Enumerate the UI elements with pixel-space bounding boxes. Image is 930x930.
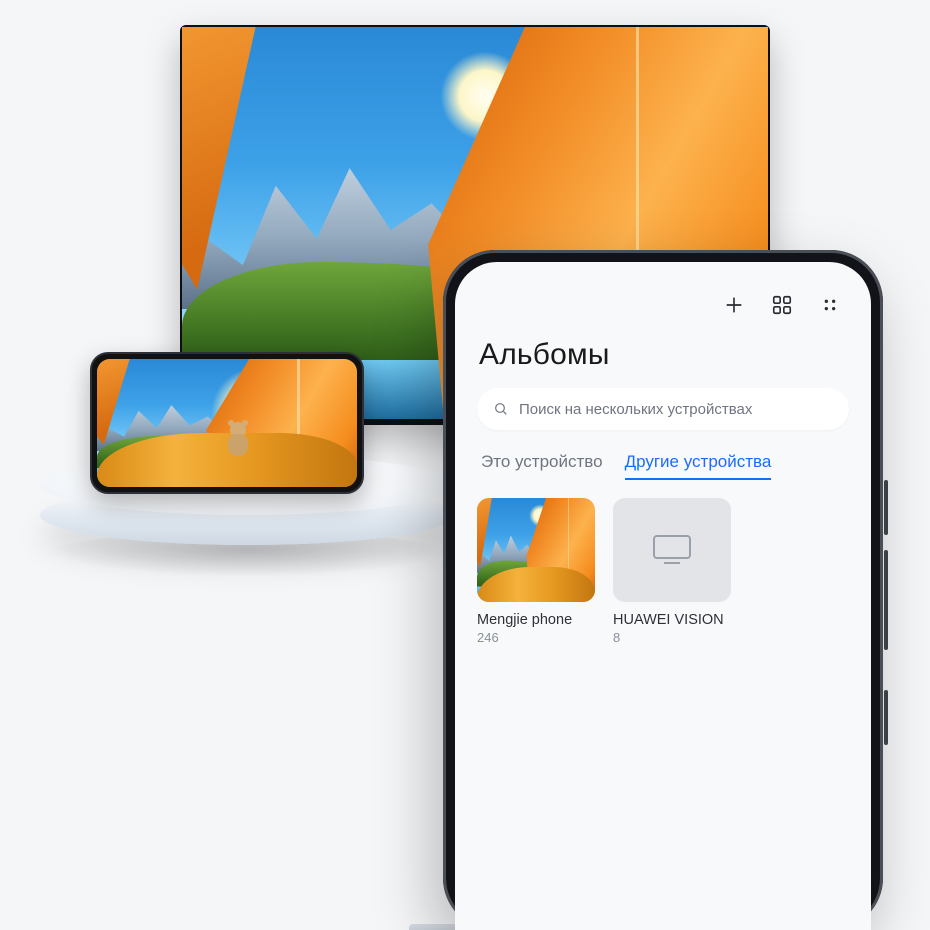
- side-button: [884, 690, 888, 745]
- grid-icon: [771, 294, 793, 316]
- search-placeholder: Поиск на нескольких устройствах: [519, 401, 752, 418]
- grid-view-button[interactable]: [769, 292, 795, 318]
- device-tabs: Это устройство Другие устройства: [481, 452, 845, 480]
- search-input[interactable]: Поиск на нескольких устройствах: [477, 388, 849, 430]
- device-grid: Mengjie phone 246 HUAWEI VISION 8: [477, 498, 849, 645]
- app-screen: Альбомы Поиск на нескольких устройствах …: [455, 262, 871, 930]
- top-actions: [477, 288, 849, 332]
- device-count: 8: [613, 630, 731, 645]
- more-dots-icon: [819, 294, 841, 316]
- search-icon: [493, 401, 509, 417]
- add-button[interactable]: [721, 292, 747, 318]
- tab-other-devices[interactable]: Другие устройства: [625, 452, 772, 480]
- phone-portrait: Альбомы Поиск на нескольких устройствах …: [443, 250, 883, 930]
- device-name: Mengjie phone: [477, 612, 595, 628]
- page-title: Альбомы: [479, 338, 847, 372]
- more-button[interactable]: [817, 292, 843, 318]
- side-button: [884, 550, 888, 650]
- tab-this-device[interactable]: Это устройство: [481, 452, 603, 480]
- device-card[interactable]: HUAWEI VISION 8: [613, 498, 731, 645]
- device-thumbnail-tv: [613, 498, 731, 602]
- tv-icon: [652, 534, 692, 566]
- stage: Альбомы Поиск на нескольких устройствах …: [0, 0, 930, 930]
- plus-icon: [723, 294, 745, 316]
- device-card[interactable]: Mengjie phone 246: [477, 498, 595, 645]
- device-name: HUAWEI VISION: [613, 612, 731, 628]
- side-button: [884, 480, 888, 535]
- device-count: 246: [477, 630, 595, 645]
- device-thumbnail-photo: [477, 498, 595, 602]
- phone-landscape: [90, 352, 364, 494]
